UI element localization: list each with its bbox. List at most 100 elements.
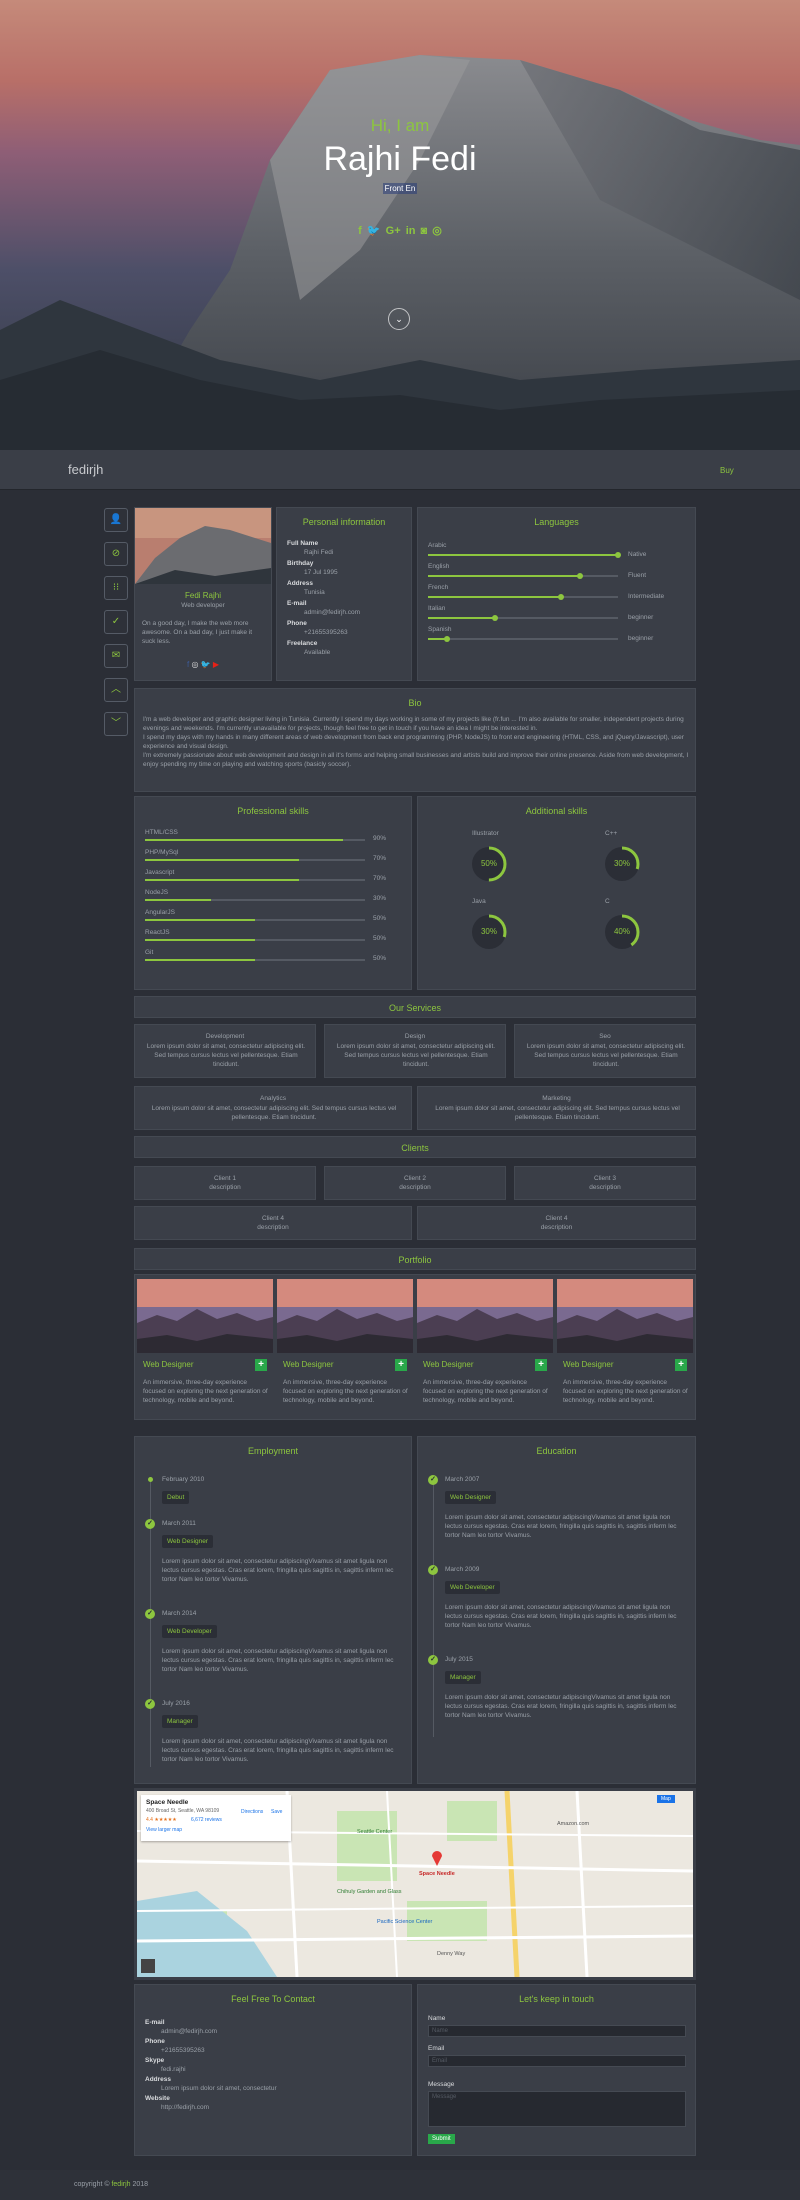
add-icon[interactable]: + [535, 1359, 547, 1371]
bio-text: I'm a web developer and graphic designer… [143, 715, 689, 769]
personal-field-value: +21655395263 [304, 629, 348, 636]
language-slider-knob[interactable] [492, 615, 498, 621]
timeline-date: March 2014 [162, 1610, 197, 1617]
profile-socials: f ◎ 🐦 ▶ [135, 660, 271, 669]
hero-name: Rajhi Fedi [323, 140, 477, 178]
additional-skill-gauge: 30% [603, 845, 641, 883]
github-icon[interactable]: ◎ [191, 660, 198, 669]
contact-field-label: E-mail [145, 2019, 165, 2026]
twitter-icon[interactable]: 🐦 [201, 660, 211, 669]
language-level: Native [628, 551, 647, 558]
service-card: Seo Lorem ipsum dolor sit amet, consectet… [514, 1024, 696, 1078]
site-logo[interactable]: fedirjh [68, 462, 103, 477]
timeline-tag: Web Developer [162, 1625, 217, 1638]
github-icon[interactable]: ◎ [432, 224, 442, 237]
timeline-text: Lorem ipsum dolor sit amet, consectetur … [445, 1604, 677, 1629]
timeline-date: February 2010 [162, 1476, 205, 1483]
additional-skill-percent: 40% [613, 927, 630, 936]
copyright-text: copyright © [74, 2181, 110, 2188]
mail-icon[interactable]: ✉ [104, 644, 128, 668]
additional-skill-name: C [605, 898, 610, 905]
grid-icon[interactable]: ⁝⁝ [104, 576, 128, 600]
map-embed[interactable]: Space Needle 400 Broad St, Seattle, WA 9… [134, 1788, 696, 1980]
chevron-down-icon[interactable]: ⌄ [388, 308, 410, 330]
portfolio-image[interactable] [557, 1279, 693, 1353]
twitter-icon[interactable]: 🐦 [367, 224, 381, 237]
language-slider-knob[interactable] [577, 573, 583, 579]
skill-bar-fill [145, 959, 255, 961]
add-icon[interactable]: + [675, 1359, 687, 1371]
bio-paragraph: I'm a web developer and graphic designer… [143, 716, 684, 732]
add-icon[interactable]: + [255, 1359, 267, 1371]
language-slider-knob[interactable] [615, 552, 621, 558]
linkedin-icon[interactable]: in [406, 225, 416, 237]
check-circle-icon: ✓ [145, 1609, 155, 1619]
additional-skill-gauge: 30% [470, 913, 508, 951]
client-card: Client 2 description [324, 1166, 506, 1200]
skill-percent: 50% [373, 915, 387, 922]
professional-skills-title: Professional skills [237, 806, 309, 816]
instagram-icon[interactable]: ◙ [421, 225, 428, 237]
chevron-down-icon[interactable]: ﹀ [104, 712, 128, 736]
skill-percent: 30% [373, 895, 387, 902]
skill-name: HTML/CSS [145, 829, 178, 836]
google-plus-icon[interactable]: G+ [386, 225, 401, 237]
language-slider-knob[interactable] [558, 594, 564, 600]
service-description: Lorem ipsum dolor sit amet, consectetur … [435, 1105, 680, 1121]
bio-title: Bio [408, 698, 422, 708]
portfolio-image[interactable] [137, 1279, 273, 1353]
additional-skill-percent: 50% [480, 859, 497, 868]
profile-image [135, 508, 271, 584]
skill-percent: 50% [373, 955, 387, 962]
buy-link[interactable]: Buy [720, 466, 734, 475]
user-icon[interactable]: 👤 [104, 508, 128, 532]
map-mode-toggle[interactable]: Map [657, 1795, 675, 1803]
language-name: English [428, 563, 450, 570]
email-input[interactable]: Email [428, 2055, 686, 2067]
language-slider-knob[interactable] [444, 636, 450, 642]
contact-form: Let's keep in touch Name Name Email Emai… [417, 1984, 696, 2156]
skill-name: ReactJS [145, 929, 170, 936]
service-description: Lorem ipsum dolor sit amet, consectetur … [151, 1105, 397, 1121]
language-slider[interactable] [428, 552, 621, 558]
facebook-icon[interactable]: f [187, 660, 189, 669]
portfolio-image[interactable] [277, 1279, 413, 1353]
profile-name: Fedi Rajhi [184, 591, 221, 600]
map-reviews[interactable]: 6,672 reviews [191, 1817, 222, 1823]
message-textarea[interactable]: Message [428, 2091, 686, 2127]
skill-bar [145, 919, 365, 921]
language-slider[interactable] [428, 636, 618, 642]
map-directions-button[interactable]: Directions [241, 1809, 263, 1815]
service-description: Lorem ipsum dolor sit amet, consectetur … [146, 1043, 306, 1068]
timeline-text: Lorem ipsum dolor sit amet, consectetur … [445, 1514, 677, 1539]
check-icon[interactable]: ✓ [104, 610, 128, 634]
personal-info-title: Personal information [302, 517, 386, 527]
personal-field-label: Birthday [287, 560, 314, 567]
paperclip-icon[interactable]: ⊘ [104, 542, 128, 566]
language-slider[interactable] [428, 615, 618, 621]
skill-bar [145, 859, 365, 861]
personal-field-label: Full Name [287, 540, 319, 547]
submit-button[interactable]: Submit [428, 2134, 455, 2144]
name-input[interactable]: Name [428, 2025, 686, 2037]
professional-skills-panel: Professional skills HTML/CSS 90% PHP/MySql… [134, 796, 412, 990]
footer-copyright: copyright © fedirjh 2018 [74, 2181, 148, 2188]
timeline-date: March 2007 [445, 1476, 480, 1483]
language-slider[interactable] [428, 573, 618, 579]
timeline-text: Lorem ipsum dolor sit amet, consectetur … [162, 1558, 394, 1583]
language-slider[interactable] [428, 594, 618, 600]
map-larger-link[interactable]: View larger map [146, 1827, 182, 1833]
skill-bar [145, 939, 365, 941]
map-save-button[interactable]: Save [271, 1809, 282, 1815]
chevron-up-icon[interactable]: ︿ [104, 678, 128, 702]
check-circle-icon: ✓ [145, 1699, 155, 1709]
add-icon[interactable]: + [395, 1359, 407, 1371]
youtube-icon[interactable]: ▶ [213, 660, 219, 669]
portfolio-image[interactable] [417, 1279, 553, 1353]
portfolio-item-description: An immersive, three-day experience focus… [563, 1379, 688, 1404]
footer-author-link[interactable]: fedirjh [111, 2181, 130, 2188]
map-label: Space Needle [419, 1871, 455, 1877]
check-circle-icon: ✓ [428, 1655, 438, 1665]
profile-quote: On a good day, I make the web more aweso… [142, 620, 253, 645]
facebook-icon[interactable]: f [358, 225, 362, 237]
